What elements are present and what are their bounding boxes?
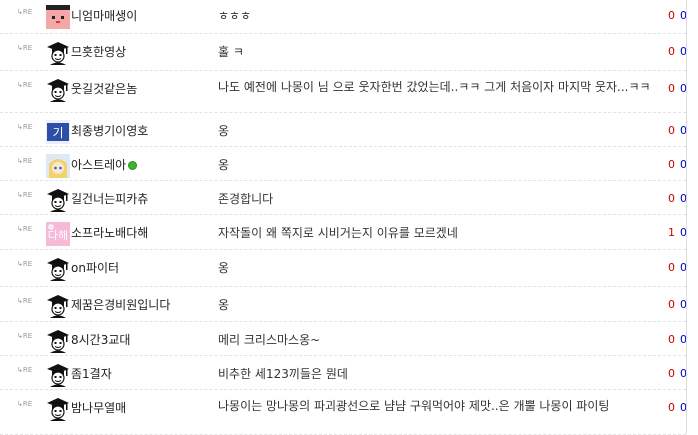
reply-label: RE [22,157,33,165]
comment-text: 자작돌이 왜 쪽지로 시비거는지 이유를 모르겠네 [218,226,458,240]
recommend-count[interactable]: 0 [668,367,675,381]
recommend-count[interactable]: 0 [668,45,675,59]
nickname-link[interactable]: 아스트레아 [71,157,138,173]
reply-label: RE [22,332,33,340]
comment-text: ㅎㅎㅎ [218,9,252,23]
nickname-link[interactable]: 소프라노배다해 [71,225,148,241]
nickname-link[interactable]: 길건너는피카츄 [71,191,148,207]
recommend-count[interactable]: 0 [668,401,675,415]
reply-arrow-icon: ↳RE [17,123,33,131]
comment-text: 나몽이는 망나몽의 파괴광선으로 냠냠 구워먹어야 제맛..은 개뿔 나몽이 파… [218,399,610,413]
nickname-link[interactable]: 니엄마매생이 [71,8,137,24]
nickname-link[interactable]: 제꿈은경비원입니다 [71,297,170,313]
graduate-cap-icon[interactable] [46,78,70,102]
pink-text-avatar[interactable]: 다해 [46,222,70,246]
comment-text: 홀 ㅋ [218,45,244,59]
reply-label: RE [22,44,33,52]
comment-row: ↳RE 8시간3교대 메리 크리스마스옹~ 0 0 [0,321,687,356]
reply-arrow-icon: ↳RE [17,366,33,374]
reply-arrow-icon: ↳RE [17,225,33,233]
comment-row: ↳RE 웃길것같은놈 나도 예전에 나몽이 님 으로 웃자한번 갔었는데..ㅋㅋ 그… [0,70,687,113]
comment-row: ↳RE 제꿈은경비원입니다 옹 0 0 [0,286,687,322]
graduate-cap-icon[interactable] [46,294,70,318]
reply-arrow-icon: ↳RE [17,297,33,305]
reply-arrow-icon: ↳RE [17,8,33,16]
comment-row: ↳RE 좀1결자 비추한 세123끼들은 뭔데 0 0 [0,355,687,390]
nickname-link[interactable]: 최종병기이영호 [71,123,148,139]
recommend-count[interactable]: 0 [668,192,675,206]
comment-row: ↳RE 므흣한영상 홀 ㅋ00 [0,33,687,71]
anime-girl-avatar[interactable] [46,154,70,178]
blue-text-avatar[interactable]: 기 [46,120,70,144]
svg-text:다해: 다해 [48,228,68,242]
comment-row: ↳RE 기 최종병기이영호 옹 0 0 [0,112,687,147]
reply-arrow-icon: ↳RE [17,81,33,89]
recommend-count[interactable]: 0 [668,333,675,347]
pink-face-avatar[interactable] [46,5,70,29]
reply-label: RE [22,81,33,89]
reply-label: RE [22,123,33,131]
comment-text: 옹 [218,261,230,275]
reply-label: RE [22,191,33,199]
nickname-link[interactable]: 므흣한영상 [71,44,126,60]
nickname-link[interactable]: 8시간3교대 [71,332,130,348]
recommend-count[interactable]: 0 [668,298,675,312]
recommend-count[interactable]: 0 [668,9,675,23]
comment-row: ↳RE on파이터 옹 0 0 [0,249,687,287]
right-divider [686,0,687,434]
reply-label: RE [22,225,33,233]
svg-text:기: 기 [52,126,63,140]
comment-text: 옹 [218,298,230,312]
nickname-link[interactable]: on파이터 [71,260,119,276]
graduate-cap-icon[interactable] [46,257,70,281]
nickname-link[interactable]: 밤나무열매 [71,400,126,416]
reply-arrow-icon: ↳RE [17,44,33,52]
comment-row: ↳RE 다해 소프라노배다해 자작돌이 왜 쪽지로 시비거는지 이유를 모르겠네 1 0 [0,214,687,250]
graduate-cap-icon[interactable] [46,397,70,421]
online-status-icon [128,161,138,170]
recommend-count[interactable]: 0 [668,124,675,138]
graduate-cap-icon[interactable] [46,41,70,65]
recommend-count[interactable]: 0 [668,82,675,96]
comment-row: ↳RE 길건너는피카츄 존경합니다 0 0 [0,180,687,215]
comment-text: 메리 크리스마스옹~ [218,333,321,347]
comment-row: ↳RE 니엄마매생이 ㅎㅎㅎ 0 0 [0,0,687,34]
reply-arrow-icon: ↳RE [17,400,33,408]
comment-text: 존경합니다 [218,192,274,206]
comment-text: 비추한 세123끼들은 뭔데 [218,367,348,381]
graduate-cap-icon[interactable] [46,188,70,212]
graduate-cap-icon[interactable] [46,363,70,387]
comment-text: 옹 [218,124,230,138]
reply-arrow-icon: ↳RE [17,157,33,165]
reply-arrow-icon: ↳RE [17,332,33,340]
nickname-link[interactable]: 좀1결자 [71,366,112,382]
reply-label: RE [22,260,33,268]
comment-row: ↳RE 밤나무열매 나몽이는 망나몽의 파괴광선으로 냠냠 구워먹어야 제맛..은 … [0,389,687,435]
reply-label: RE [22,8,33,16]
graduate-cap-icon[interactable] [46,329,70,353]
comment-row: ↳RE 아스트레아 옹 0 0 [0,146,687,181]
recommend-count[interactable]: 0 [668,158,675,172]
reply-label: RE [22,297,33,305]
comment-text: 옹 [218,158,230,172]
nickname-link[interactable]: 웃길것같은놈 [71,81,137,97]
reply-arrow-icon: ↳RE [17,191,33,199]
recommend-count[interactable]: 0 [668,261,675,275]
reply-label: RE [22,366,33,374]
comment-text: 나도 예전에 나몽이 님 으로 웃자한번 갔었는데..ㅋㅋ 그게 처음이자 마지… [218,80,651,94]
reply-label: RE [22,400,33,408]
recommend-count[interactable]: 1 [668,226,675,240]
reply-arrow-icon: ↳RE [17,260,33,268]
